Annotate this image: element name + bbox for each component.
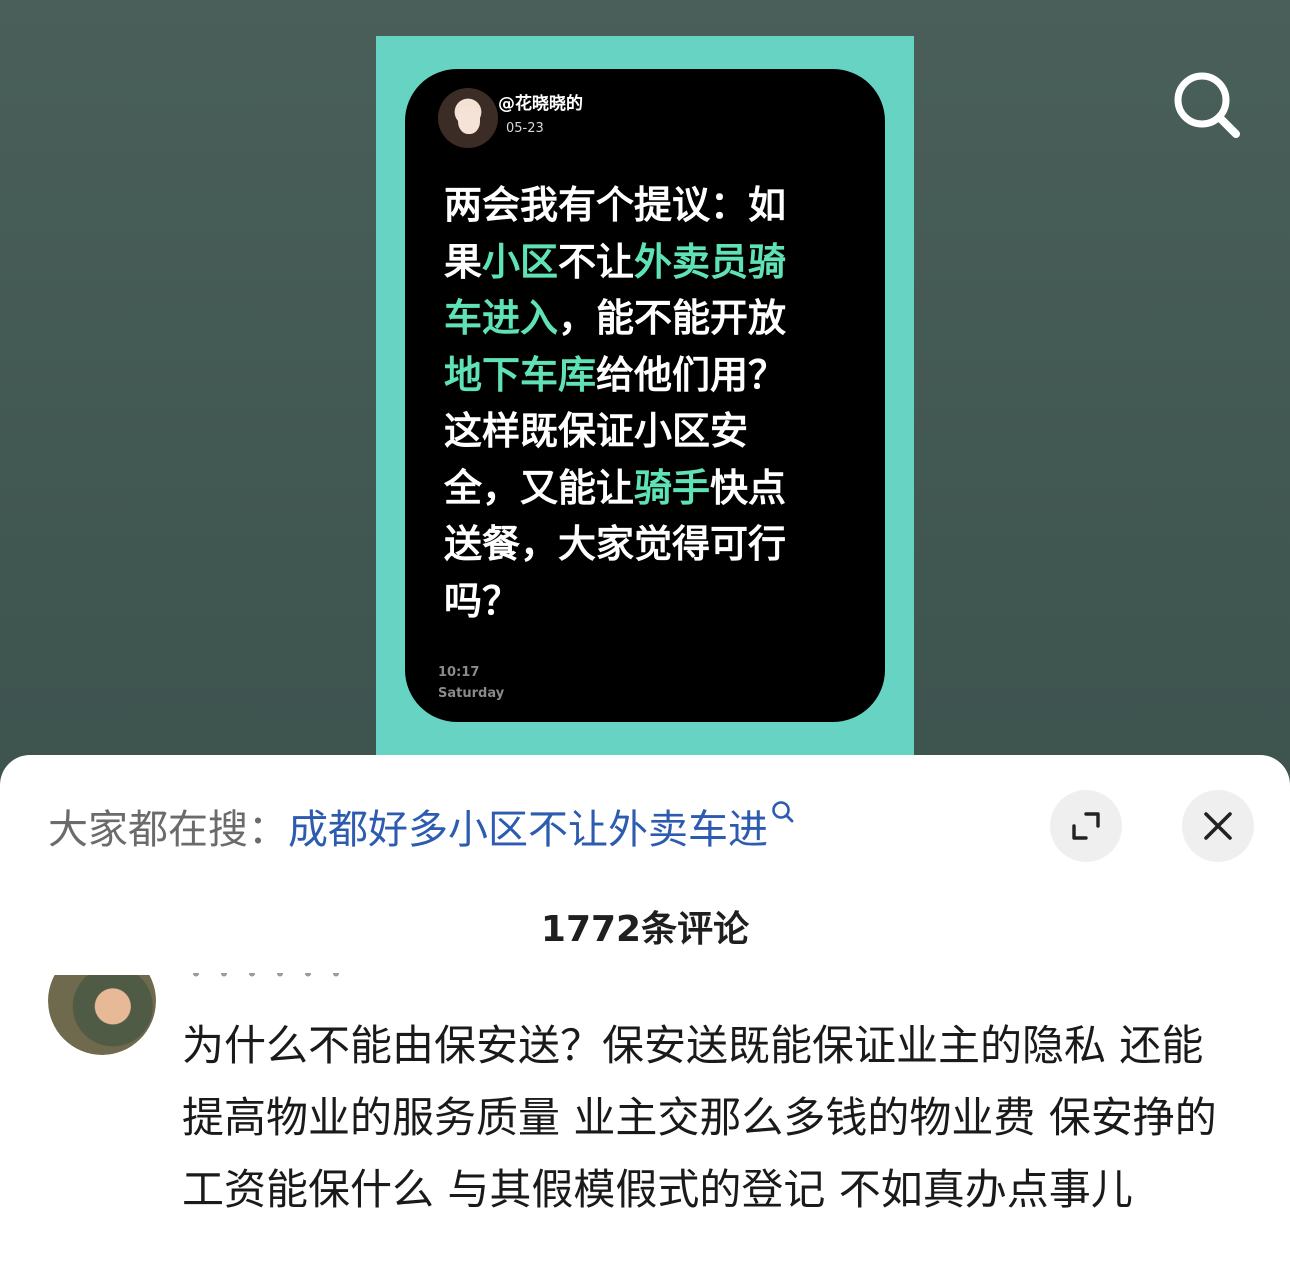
expand-button[interactable] [1050, 790, 1122, 862]
close-icon [1204, 812, 1232, 840]
card-username: @花晓晓的 [498, 94, 583, 114]
commenter-avatar[interactable] [48, 975, 156, 1055]
card-text-highlight: 小区 [482, 239, 559, 284]
comment-count: 1772条评论 [540, 909, 750, 950]
card-text-highlight: 骑手 [634, 465, 711, 510]
card-avatar [438, 88, 498, 148]
search-icon[interactable] [1170, 68, 1244, 142]
card-date: 05-23 [506, 121, 544, 136]
card-time: 10:17 [438, 665, 480, 680]
card-text: 两会我有个提议：如果小区不让外卖员骑车进入，能不能开放地下车库给他们用？这样既保… [444, 177, 816, 629]
trending-search-link[interactable]: 成都好多小区不让外卖车进 [288, 797, 768, 855]
comment-text[interactable]: 为什么不能由保安送？保安送既能保证业主的隐私 还能提高物业的服务质量 业主交那么… [182, 1010, 1232, 1226]
trending-search-prefix: 大家都在搜： [48, 807, 288, 853]
post-image: @花晓晓的 05-23 两会我有个提议：如果小区不让外卖员骑车进入，能不能开放地… [376, 36, 914, 756]
card-day: Saturday [438, 686, 505, 701]
video-area[interactable]: @花晓晓的 05-23 两会我有个提议：如果小区不让外卖员骑车进入，能不能开放地… [0, 0, 1290, 780]
trending-search-row: 大家都在搜： 成都好多小区不让外卖车进 [48, 799, 796, 853]
close-button[interactable] [1182, 790, 1254, 862]
search-query-icon[interactable] [770, 799, 796, 827]
comment-sheet: 大家都在搜： 成都好多小区不让外卖车进 1772条评论 ・・・・・・ 为什么不能… [0, 755, 1290, 1288]
post-card: @花晓晓的 05-23 两会我有个提议：如果小区不让外卖员骑车进入，能不能开放地… [405, 69, 885, 722]
commenter-name-cropped[interactable]: ・・・・・・ [182, 973, 362, 987]
card-text-highlight: 地下车库 [444, 352, 597, 397]
card-text-segment: ，能不能开放 [558, 296, 787, 340]
expand-icon [1072, 812, 1100, 840]
card-text-segment: 不让 [558, 239, 635, 284]
